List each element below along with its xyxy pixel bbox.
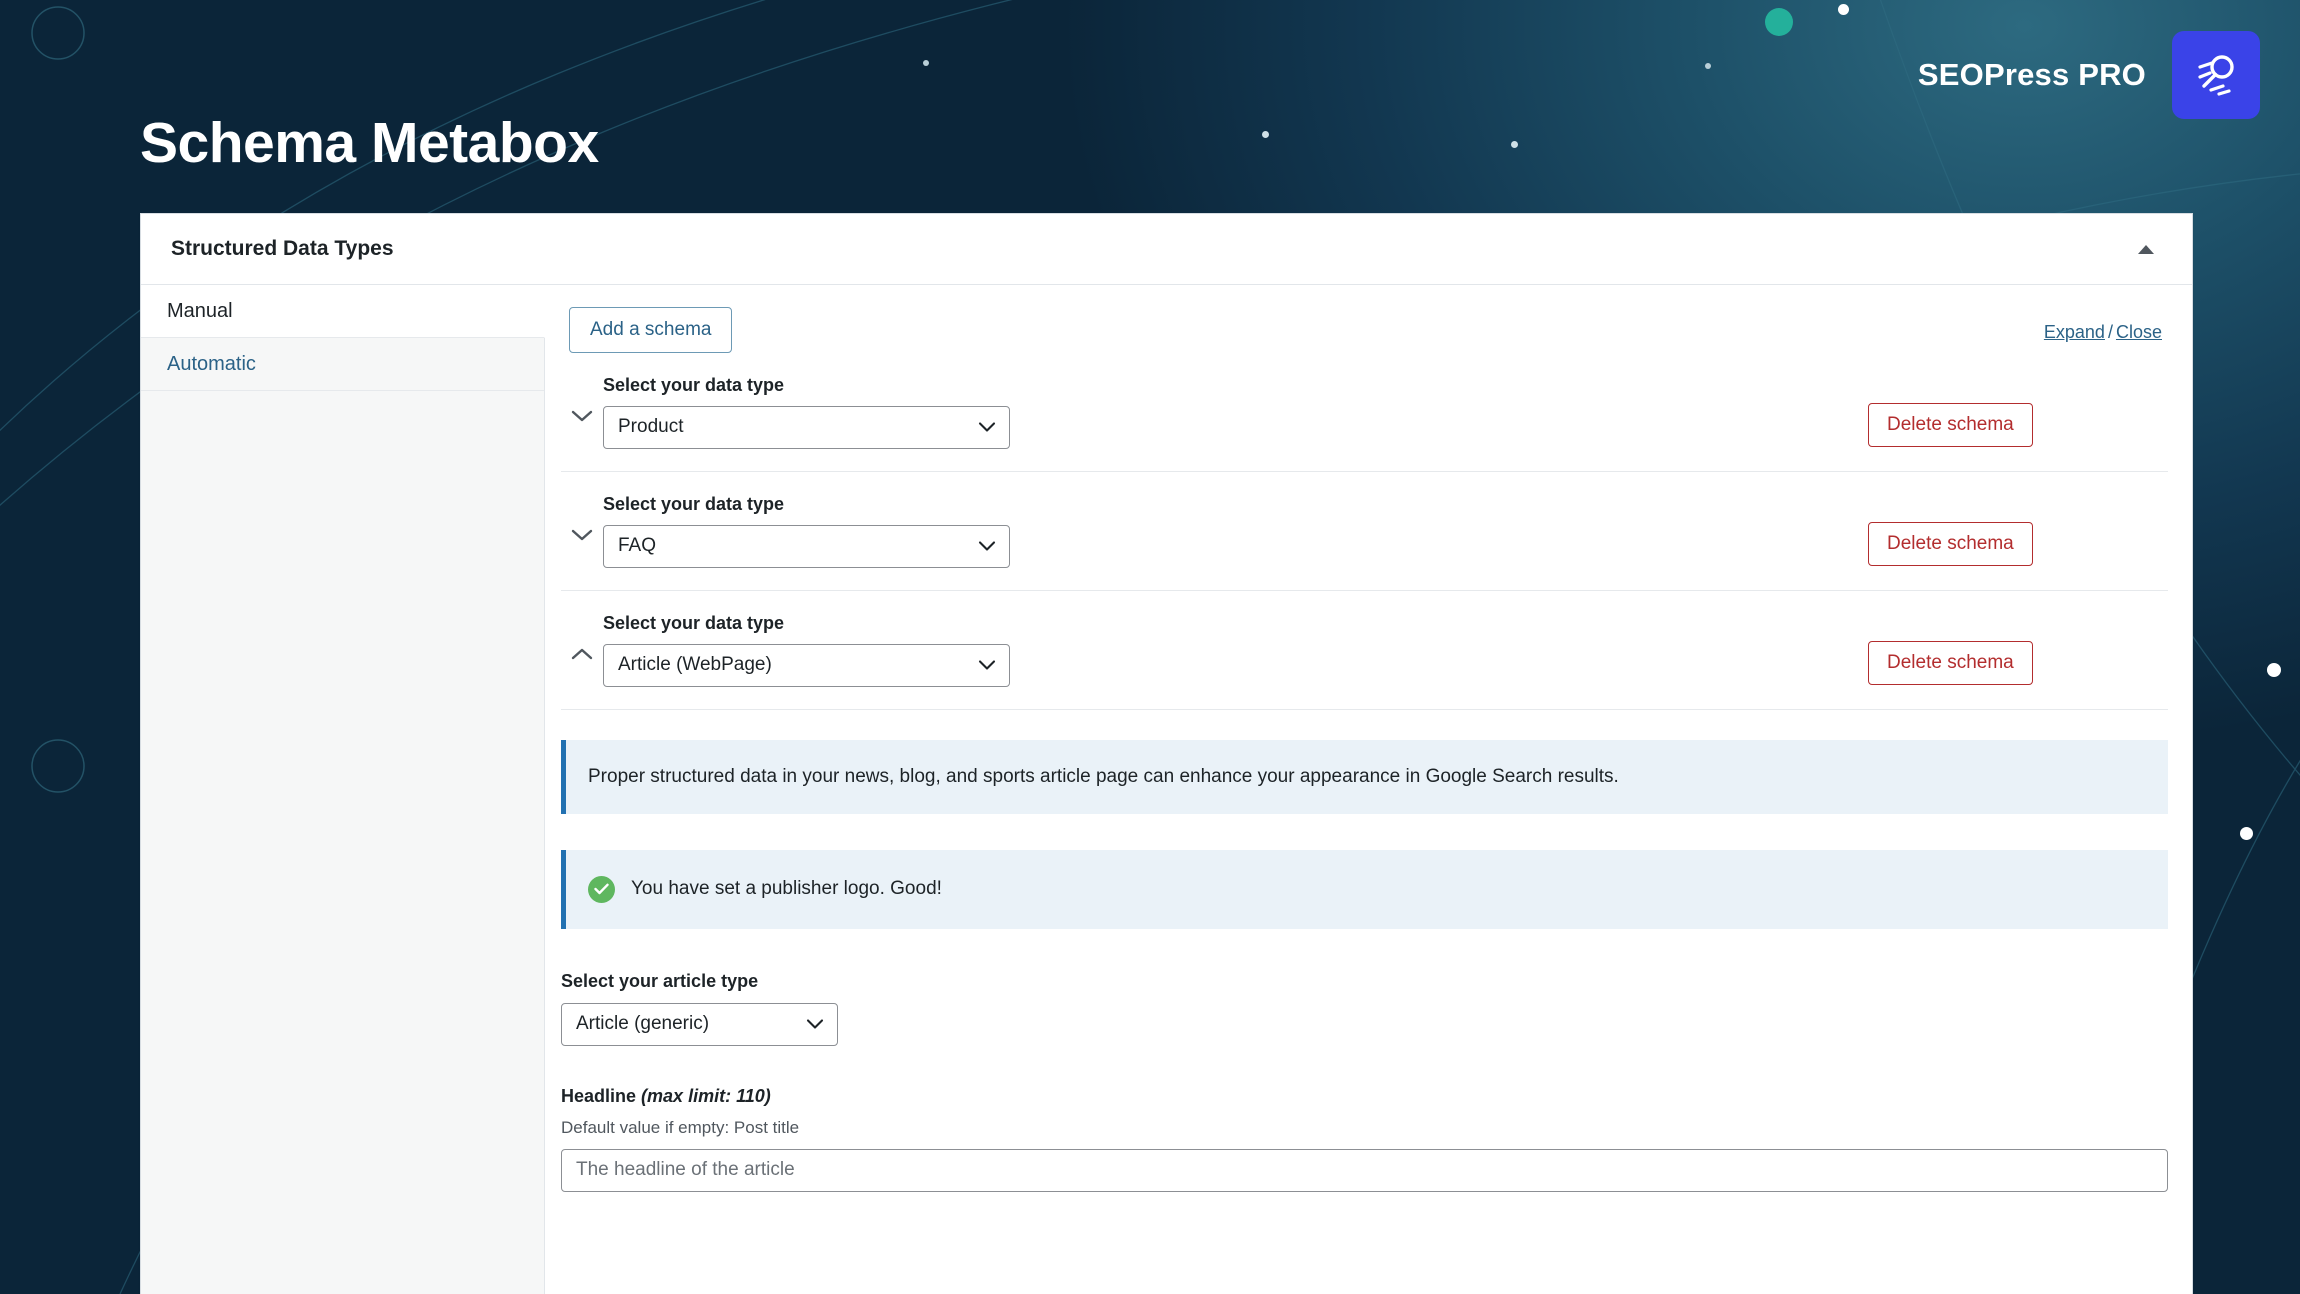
decorative-dot <box>1705 63 1711 69</box>
chevron-down-icon <box>978 660 996 670</box>
schema-row-action: Delete schema <box>1868 494 2168 566</box>
sidebar-item-manual[interactable]: Manual <box>141 285 545 338</box>
page-title: Schema Metabox <box>140 111 599 175</box>
link-separator: / <box>2107 322 2113 343</box>
chevron-down-icon <box>978 541 996 551</box>
expand-close-links: Expand / Close <box>2044 316 2162 343</box>
schema-toggle-button[interactable] <box>561 494 603 542</box>
form-spacer <box>561 1046 2168 1086</box>
headline-label-suffix: (max limit: 110) <box>641 1085 771 1106</box>
seopress-logo <box>2172 31 2260 119</box>
headline-label: Headline (max limit: 110) <box>561 1086 2168 1107</box>
chevron-down-icon <box>978 422 996 432</box>
schema-row: Select your data type Product Delete sch… <box>561 353 2168 472</box>
content-toolbar: Add a schema Expand / Close <box>545 285 2192 353</box>
info-notice-text: Proper structured data in your news, blo… <box>588 765 1619 787</box>
schema-row: Select your data type FAQ Delete schema <box>561 472 2168 591</box>
expand-link[interactable]: Expand <box>2044 322 2105 342</box>
data-type-select[interactable]: FAQ <box>603 524 1010 568</box>
panel-collapse-button[interactable] <box>2128 231 2164 267</box>
decorative-dot <box>923 60 929 66</box>
data-type-label: Select your data type <box>603 374 785 395</box>
schema-mode-tabs: Manual Automatic <box>141 285 545 1294</box>
schema-toggle-button[interactable] <box>561 375 603 423</box>
article-type-select[interactable]: Article (generic) <box>561 1002 838 1046</box>
info-notice: Proper structured data in your news, blo… <box>561 739 2168 814</box>
magnifier-motion-icon <box>2198 55 2234 96</box>
decorative-dot <box>2267 663 2281 677</box>
decorative-dot <box>1838 4 1849 15</box>
schema-content: Add a schema Expand / Close Select your da… <box>545 285 2192 1294</box>
headline-label-text: Headline <box>561 1085 637 1106</box>
panel-header: Structured Data Types <box>141 214 2192 285</box>
schema-row-action: Delete schema <box>1868 375 2168 447</box>
chevron-down-icon <box>571 410 593 422</box>
article-type-value: Article (generic) <box>576 1013 710 1035</box>
sidebar-item-label: Manual <box>167 299 233 322</box>
delete-schema-button[interactable]: Delete schema <box>1868 640 2033 685</box>
schema-row-action: Delete schema <box>1868 613 2168 685</box>
headline-hint: Default value if empty: Post title <box>561 1117 800 1137</box>
delete-schema-button[interactable]: Delete schema <box>1868 521 2033 566</box>
data-type-select[interactable]: Article (WebPage) <box>603 643 1010 687</box>
decorative-dot-teal <box>1765 8 1793 36</box>
data-type-label: Select your data type <box>603 493 785 514</box>
brand-name: SEOPress PRO <box>1917 57 2146 92</box>
schema-toggle-button[interactable] <box>561 613 603 661</box>
decorative-dot <box>1511 141 1518 148</box>
check-glyph <box>594 883 609 895</box>
data-type-value: Product <box>618 416 684 438</box>
decorative-dot <box>1262 131 1269 138</box>
article-type-label: Select your article type <box>561 970 759 991</box>
triangle-up-icon <box>2138 244 2154 254</box>
data-type-value: Article (WebPage) <box>618 654 772 676</box>
sidebar-item-label: Automatic <box>167 352 256 375</box>
close-link[interactable]: Close <box>2116 322 2162 342</box>
panel-body: Manual Automatic Add a schema Expand / Clo… <box>141 285 2192 1294</box>
chevron-down-icon <box>571 529 593 541</box>
success-notice: You have set a publisher logo. Good! <box>561 849 2168 929</box>
schema-row: Select your data type Article (WebPage) … <box>561 591 2168 710</box>
schema-row-main: Select your data type Product <box>603 375 1868 449</box>
schema-row-main: Select your data type Article (WebPage) <box>603 613 1868 687</box>
add-schema-button[interactable]: Add a schema <box>569 307 733 353</box>
article-form: Select your article type Article (generi… <box>545 929 2192 1192</box>
structured-data-panel: Structured Data Types Manual Automatic A… <box>140 213 2193 1294</box>
success-notice-text: You have set a publisher logo. Good! <box>631 878 942 900</box>
check-circle-icon <box>588 875 615 903</box>
decorative-dot <box>2240 827 2253 840</box>
chevron-up-icon <box>571 648 593 660</box>
schema-row-main: Select your data type FAQ <box>603 494 1868 568</box>
panel-title: Structured Data Types <box>171 237 394 260</box>
delete-schema-button[interactable]: Delete schema <box>1868 402 2033 447</box>
sidebar-item-automatic[interactable]: Automatic <box>141 338 544 391</box>
brand-bar: SEOPress PRO <box>1918 0 2300 150</box>
data-type-select[interactable]: Product <box>603 405 1010 449</box>
chevron-down-icon <box>806 1019 824 1029</box>
data-type-label: Select your data type <box>603 612 785 633</box>
data-type-value: FAQ <box>618 535 657 557</box>
headline-input[interactable] <box>561 1148 2168 1192</box>
